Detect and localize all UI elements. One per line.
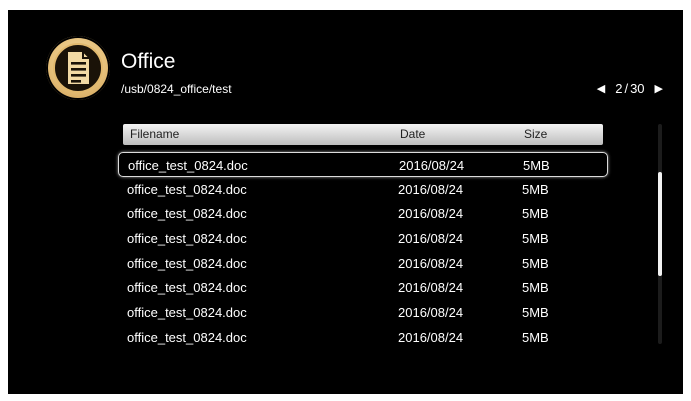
file-date: 2016/08/24 bbox=[398, 305, 464, 321]
file-size: 5MB bbox=[522, 206, 549, 222]
file-name: office_test_0824.doc bbox=[127, 329, 247, 345]
scrollbar-thumb[interactable] bbox=[658, 172, 662, 276]
document-glyph-icon bbox=[66, 50, 91, 86]
file-size: 5MB bbox=[522, 255, 549, 271]
file-date: 2016/08/24 bbox=[398, 181, 464, 197]
file-name: office_test_0824.doc bbox=[128, 158, 248, 173]
file-date: 2016/08/24 bbox=[399, 158, 465, 173]
file-size: 5MB bbox=[522, 280, 549, 296]
document-icon bbox=[46, 36, 110, 100]
column-header-filename[interactable]: Filename bbox=[130, 127, 179, 141]
file-date: 2016/08/24 bbox=[398, 231, 464, 247]
file-list-header: Filename Date Size bbox=[123, 124, 603, 145]
file-row[interactable]: office_test_0824.doc 2016/08/24 5MB bbox=[118, 177, 608, 202]
pager-separator: / bbox=[624, 81, 629, 96]
pager-total: 30 bbox=[630, 81, 645, 96]
file-size: 5MB bbox=[523, 158, 550, 173]
file-date: 2016/08/24 bbox=[398, 329, 464, 345]
file-row[interactable]: office_test_0824.doc 2016/08/24 5MB bbox=[118, 275, 608, 300]
file-row-selected[interactable]: office_test_0824.doc 2016/08/24 5MB bbox=[118, 152, 608, 177]
file-list: office_test_0824.doc 2016/08/24 5MB offi… bbox=[118, 152, 608, 350]
column-header-date[interactable]: Date bbox=[400, 127, 425, 141]
triangle-left-icon[interactable]: ◀ bbox=[597, 81, 605, 97]
column-header-size[interactable]: Size bbox=[524, 127, 547, 141]
file-name: office_test_0824.doc bbox=[127, 305, 247, 321]
current-path: /usb/0824_office/test bbox=[121, 82, 232, 96]
pager-text: 2/30 bbox=[615, 81, 644, 97]
scrollbar[interactable] bbox=[658, 124, 662, 344]
file-date: 2016/08/24 bbox=[398, 255, 464, 271]
triangle-right-icon[interactable]: ▶ bbox=[655, 81, 663, 97]
file-name: office_test_0824.doc bbox=[127, 181, 247, 197]
file-row[interactable]: office_test_0824.doc 2016/08/24 5MB bbox=[118, 201, 608, 226]
file-name: office_test_0824.doc bbox=[127, 280, 247, 296]
file-browser-screen: Office /usb/0824_office/test ◀ 2/30 ▶ Fi… bbox=[8, 10, 683, 394]
file-name: office_test_0824.doc bbox=[127, 255, 247, 271]
file-name: office_test_0824.doc bbox=[127, 231, 247, 247]
file-row[interactable]: office_test_0824.doc 2016/08/24 5MB bbox=[118, 325, 608, 350]
file-size: 5MB bbox=[522, 329, 549, 345]
file-size: 5MB bbox=[522, 231, 549, 247]
file-row[interactable]: office_test_0824.doc 2016/08/24 5MB bbox=[118, 300, 608, 325]
pager-current: 2 bbox=[615, 81, 623, 96]
file-date: 2016/08/24 bbox=[398, 280, 464, 296]
file-row[interactable]: office_test_0824.doc 2016/08/24 5MB bbox=[118, 251, 608, 276]
file-name: office_test_0824.doc bbox=[127, 206, 247, 222]
file-size: 5MB bbox=[522, 305, 549, 321]
app-title: Office bbox=[121, 50, 176, 73]
file-size: 5MB bbox=[522, 181, 549, 197]
file-row[interactable]: office_test_0824.doc 2016/08/24 5MB bbox=[118, 226, 608, 251]
file-date: 2016/08/24 bbox=[398, 206, 464, 222]
pager: ◀ 2/30 ▶ bbox=[597, 81, 663, 97]
